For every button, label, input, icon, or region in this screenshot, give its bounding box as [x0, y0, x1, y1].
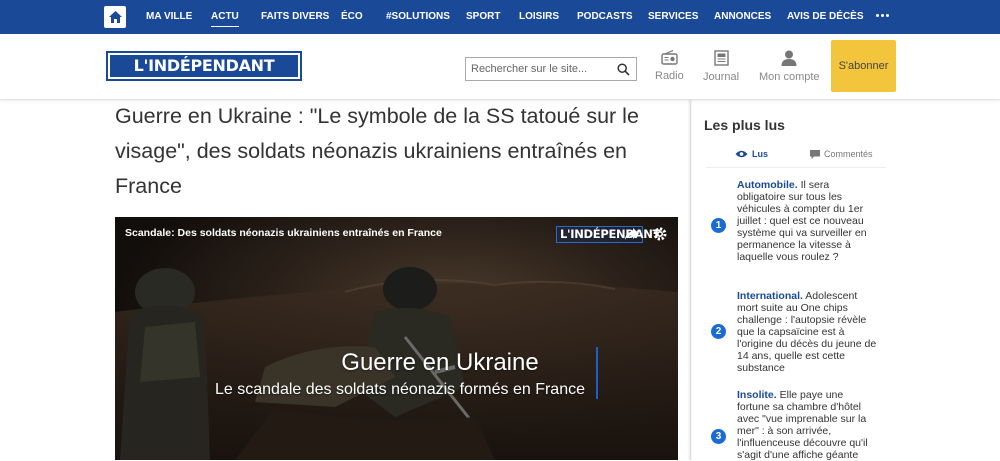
popular-article[interactable]: Automobile. Il sera obligatoire sur tous… — [737, 179, 877, 263]
journal-icon — [713, 50, 729, 66]
article-text: Adolescent mort suite au One chips chall… — [737, 290, 877, 374]
nav-item-annonces[interactable]: ANNONCES — [714, 0, 771, 34]
tab-most-commented-label: Commentés — [824, 149, 873, 159]
video-player[interactable]: Scandale: Des soldats néonazis ukrainien… — [115, 217, 678, 460]
nav-item-podcasts[interactable]: PODCASTS — [577, 0, 633, 34]
comment-icon — [810, 149, 820, 159]
nav-item-loisirs[interactable]: LOISIRS — [519, 0, 559, 34]
search-box — [465, 57, 637, 81]
account-label: Mon compte — [759, 71, 820, 83]
article-category: International. — [737, 290, 803, 302]
tab-divider — [706, 167, 886, 168]
journal-link[interactable]: Journal — [703, 50, 739, 83]
radio-icon — [661, 50, 678, 65]
journal-label: Journal — [703, 71, 740, 83]
nav-item-ma-ville[interactable]: MA VILLE — [146, 0, 192, 34]
sidebar-title: Les plus lus — [704, 117, 785, 133]
sidebar-divider — [690, 100, 691, 460]
article-text: Il sera obligatoire sur tous les véhicul… — [737, 179, 867, 263]
nav-item-sport[interactable]: SPORT — [466, 0, 500, 34]
top-nav: MA VILLE ACTU FAITS DIVERS ÉCO #SOLUTION… — [0, 0, 1000, 34]
nav-item-services[interactable]: SERVICES — [648, 0, 698, 34]
nav-item-solutions[interactable]: #SOLUTIONS — [386, 0, 450, 34]
share-icon[interactable] — [624, 227, 640, 241]
logo-text: L'INDÉPENDANT — [110, 55, 298, 77]
article-category: Automobile. — [737, 179, 798, 191]
nav-item-actu[interactable]: ACTU — [211, 0, 239, 34]
rank-badge: 1 — [711, 218, 726, 233]
search-icon[interactable] — [617, 63, 630, 76]
video-thumbnail — [115, 217, 678, 460]
video-top-title: Scandale: Des soldats néonazis ukrainien… — [125, 227, 442, 239]
search-input[interactable] — [466, 58, 606, 80]
article-headline: Guerre en Ukraine : "Le symbole de la SS… — [115, 104, 639, 198]
nav-item-eco[interactable]: ÉCO — [341, 0, 363, 34]
popular-article[interactable]: International. Adolescent mort suite au … — [737, 290, 877, 374]
site-logo[interactable]: L'INDÉPENDANT — [106, 51, 302, 81]
video-overlay-subtitle: Le scandale des soldats néonazis formés … — [215, 381, 585, 398]
home-icon — [108, 11, 122, 23]
home-button[interactable] — [104, 6, 126, 28]
tab-most-read-label: Lus — [752, 149, 769, 159]
site-header: L'INDÉPENDANT Radio Journal Mon compte S… — [0, 34, 1000, 100]
user-icon — [781, 50, 797, 66]
rank-badge: 3 — [711, 429, 726, 444]
more-menu-icon[interactable] — [876, 14, 889, 17]
popular-article[interactable]: Insolite. Elle paye une fortune sa chamb… — [737, 389, 877, 461]
nav-item-avis-de-deces[interactable]: AVIS DE DÉCÈS — [787, 0, 864, 34]
overlay-accent-bar — [596, 347, 598, 399]
nav-item-faits-divers[interactable]: FAITS DIVERS — [261, 0, 329, 34]
settings-gear-icon[interactable] — [652, 226, 668, 242]
tab-most-read[interactable]: Lus — [735, 149, 768, 159]
tab-most-commented[interactable]: Commentés — [810, 149, 873, 159]
radio-link[interactable]: Radio — [655, 50, 684, 82]
video-overlay-title: Guerre en Ukraine — [341, 349, 539, 376]
subscribe-button[interactable]: S'abonner — [831, 40, 896, 92]
account-link[interactable]: Mon compte — [759, 50, 820, 83]
rank-badge: 2 — [711, 324, 726, 339]
eye-icon — [735, 150, 748, 158]
radio-label: Radio — [655, 70, 684, 82]
article-category: Insolite. — [737, 389, 777, 401]
